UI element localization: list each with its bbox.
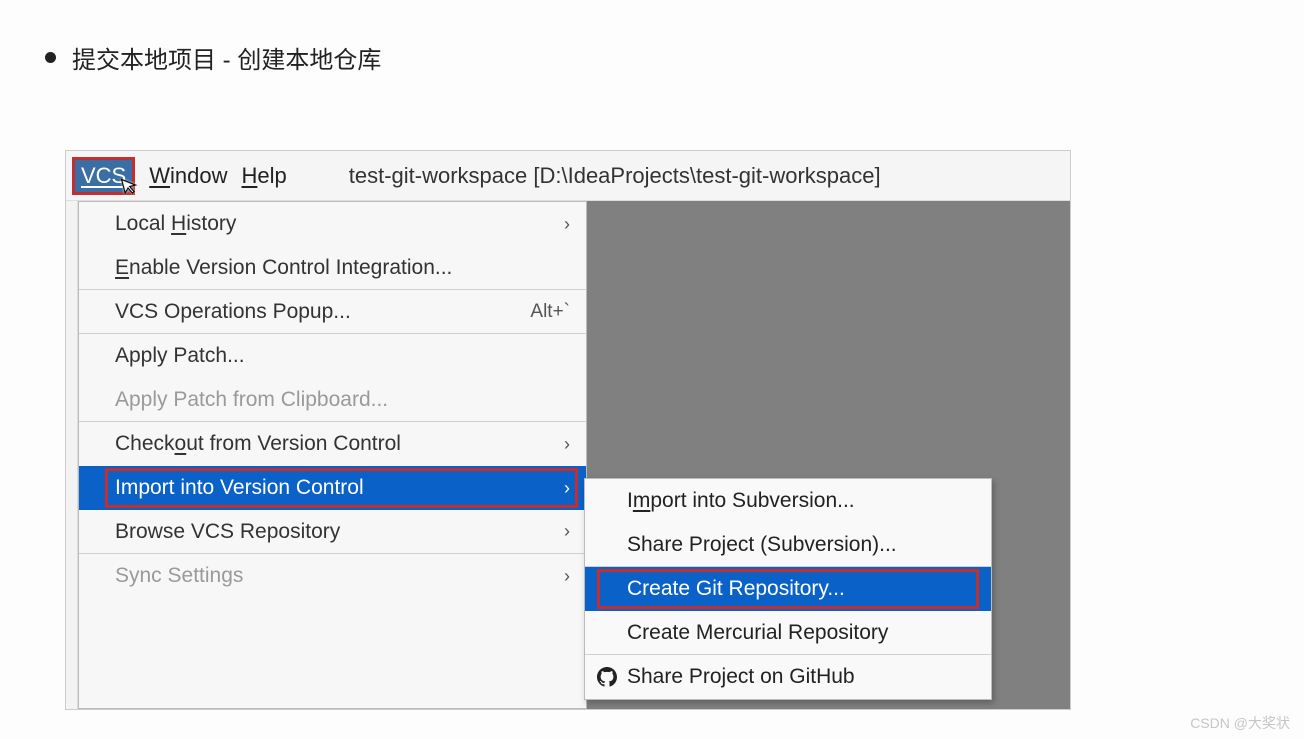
menu-apply-patch[interactable]: Apply Patch...	[79, 334, 586, 378]
menu-checkout-vcs[interactable]: Checkout from Version Control ›	[79, 422, 586, 466]
menu-vcs-operations-popup[interactable]: VCS Operations Popup... Alt+`	[79, 290, 586, 334]
chevron-right-icon: ›	[564, 478, 570, 499]
vcs-dropdown-menu: Local History › Enable Version Control I…	[78, 201, 587, 709]
menu-apply-patch-clipboard: Apply Patch from Clipboard...	[79, 378, 586, 422]
menu-local-history[interactable]: Local History ›	[79, 202, 586, 246]
menu-help[interactable]: Help	[242, 163, 287, 189]
chevron-right-icon: ›	[564, 566, 570, 587]
menu-window[interactable]: Window	[149, 163, 227, 189]
chevron-right-icon: ›	[564, 214, 570, 235]
menu-enable-vcs-integration[interactable]: Enable Version Control Integration...	[79, 246, 586, 290]
menu-share-github[interactable]: Share Project on GitHub	[585, 655, 991, 699]
watermark: CSDN @大奖状	[1190, 713, 1290, 733]
cursor-icon	[119, 173, 145, 202]
menu-create-mercurial-repo[interactable]: Create Mercurial Repository	[585, 611, 991, 655]
menubar: VCS Window Help test-git-workspace [D:\I…	[66, 151, 1070, 201]
bullet-icon	[45, 52, 56, 63]
menu-create-git-repo[interactable]: Create Git Repository...	[585, 567, 991, 611]
chevron-right-icon: ›	[564, 521, 570, 542]
window-title: test-git-workspace [D:\IdeaProjects\test…	[349, 163, 881, 189]
menu-share-subversion[interactable]: Share Project (Subversion)...	[585, 523, 991, 567]
menu-browse-vcs-repo[interactable]: Browse VCS Repository ›	[79, 510, 586, 554]
heading-text: 提交本地项目 - 创建本地仓库	[72, 40, 381, 75]
import-vcs-submenu: Import into Subversion... Share Project …	[584, 478, 992, 700]
page-heading: 提交本地项目 - 创建本地仓库	[45, 40, 381, 75]
left-gutter	[66, 201, 78, 709]
github-icon	[597, 667, 617, 687]
menu-import-into-vcs[interactable]: Import into Version Control ›	[79, 466, 586, 510]
menu-sync-settings: Sync Settings ›	[79, 554, 586, 598]
menu-import-subversion[interactable]: Import into Subversion...	[585, 479, 991, 523]
shortcut-label: Alt+`	[530, 301, 570, 323]
chevron-right-icon: ›	[564, 434, 570, 455]
